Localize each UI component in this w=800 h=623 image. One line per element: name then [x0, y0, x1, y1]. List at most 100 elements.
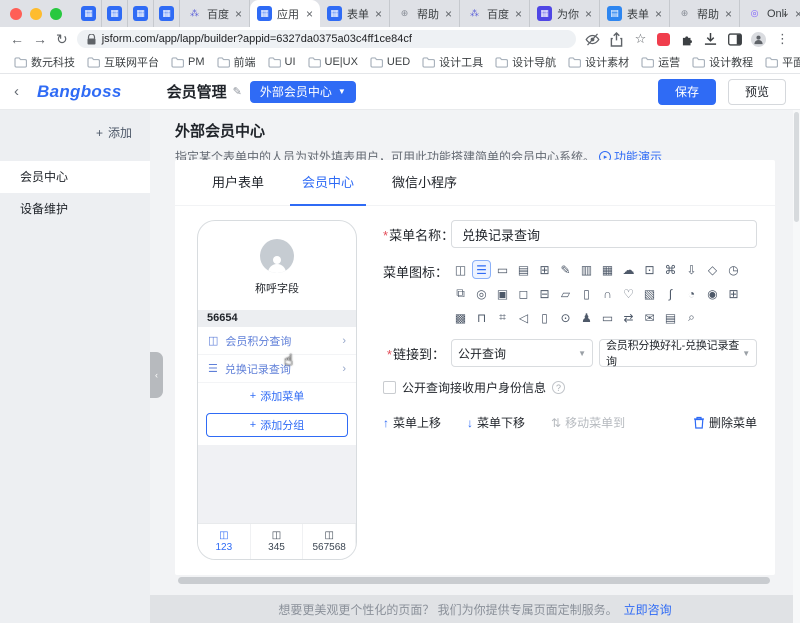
chat-icon[interactable]: ◻ [514, 284, 533, 303]
move-menu-down-button[interactable]: ↓ 菜单下移 [467, 414, 525, 431]
side-panel-icon[interactable] [727, 32, 742, 47]
bookmark-item[interactable]: ⊕ 互联网平台 [81, 54, 165, 70]
cloud-icon[interactable]: ☁ [619, 260, 638, 279]
extensions-puzzle-icon[interactable] [679, 32, 694, 47]
card-transfer-icon[interactable]: ⇄ [619, 308, 638, 327]
save-button[interactable]: 保存 [658, 79, 716, 105]
close-tab-icon[interactable]: × [585, 7, 592, 21]
bangboss-logo[interactable]: Bangboss [37, 82, 122, 102]
receive-identity-checkbox[interactable] [383, 381, 396, 394]
bookmark-item[interactable]: ⊕ UED [364, 54, 416, 70]
bookmark-item[interactable]: ⊕ 运营 [635, 54, 686, 70]
close-tab-icon[interactable]: × [306, 7, 313, 21]
sidebar-item[interactable]: 会员中心 [0, 161, 150, 193]
bookmark-item[interactable]: ⊕ 平面设计 [759, 54, 800, 70]
mobile-sync-icon[interactable]: ▯ [577, 284, 596, 303]
extension-red-icon[interactable] [657, 33, 670, 46]
browser-tab[interactable]: ◎ Onli × [740, 0, 800, 27]
bookmark-item[interactable]: ⊕ 设计素材 [562, 54, 635, 70]
close-tab-icon[interactable]: × [515, 7, 522, 21]
app-switcher-dropdown[interactable]: 外部会员中心 ▼ [250, 81, 356, 103]
lamp-icon[interactable]: ◇ [703, 260, 722, 279]
tab-search-caret-icon[interactable]: ⌄ [782, 8, 790, 19]
mail-icon[interactable]: ✉ [640, 308, 659, 327]
zoom-window-icon[interactable] [50, 8, 62, 20]
user-icon[interactable]: ♟ [577, 308, 596, 327]
pinned-tab[interactable]: ▦ [102, 0, 128, 27]
sidebar-add-button[interactable]: + 添加 [0, 118, 150, 147]
heart-icon[interactable]: ♡ [619, 284, 638, 303]
target-icon[interactable]: ◉ [703, 284, 722, 303]
download-box-icon[interactable]: ⇩ [682, 260, 701, 279]
member-points-query-item[interactable]: ◫ 会员积分查询 › [198, 327, 356, 355]
browser-tab[interactable]: ⁂ 百度 × [180, 0, 250, 27]
megaphone-icon[interactable]: ◁ [514, 308, 533, 327]
redeem-record-query-item[interactable]: ☰ 兑换记录查询 › [198, 355, 356, 383]
lock-icon[interactable]: ⊓ [472, 308, 491, 327]
pinned-tab[interactable]: ▦ [128, 0, 154, 27]
news-icon[interactable]: ▤ [661, 308, 680, 327]
browser-tab[interactable]: ⁂ 百度 × [460, 0, 530, 27]
qr-code-icon[interactable]: ▩ [451, 308, 470, 327]
horizontal-scrollbar[interactable] [178, 577, 770, 584]
browser-tab[interactable]: ⊕ 帮助 × [670, 0, 740, 27]
menu-name-input[interactable] [451, 220, 757, 248]
minimize-window-icon[interactable] [30, 8, 42, 20]
phone-bottom-tab[interactable]: ◫ 123 [198, 524, 251, 559]
profile-avatar[interactable] [751, 32, 766, 47]
forward-icon[interactable]: → [33, 32, 47, 46]
monitor-icon[interactable]: ▭ [493, 260, 512, 279]
image-icon[interactable]: ▦ [598, 260, 617, 279]
gift-icon[interactable]: ⊞ [535, 260, 554, 279]
bookmark-item[interactable]: ⊕ 设计工具 [416, 54, 489, 70]
vertical-scrollbar[interactable] [793, 110, 800, 623]
bookmark-item[interactable]: ⊕ UI [262, 54, 302, 70]
nickname-field[interactable]: 称呼字段 [255, 280, 299, 296]
headset-icon[interactable]: ∩ [598, 284, 617, 303]
bookmark-item[interactable]: ⊕ 设计教程 [686, 54, 759, 70]
close-tab-icon[interactable]: × [795, 7, 800, 21]
copy-icon[interactable]: ⧉ [451, 284, 470, 303]
pinned-tab[interactable]: ▦ [76, 0, 102, 27]
browser-menu-icon[interactable]: ⋮ [775, 32, 790, 47]
wallet-icon[interactable]: ⊟ [535, 284, 554, 303]
browser-tab[interactable]: ▦ 应用 × [250, 0, 320, 27]
help-icon[interactable]: ? [552, 381, 565, 394]
report-icon[interactable]: ▥ [577, 260, 596, 279]
mobile-phone-icon[interactable]: ▯ [535, 308, 554, 327]
comment-icon[interactable]: ▭ [598, 308, 617, 327]
link-type-select[interactable]: 公开查询 ▼ [451, 339, 593, 367]
calendar-note-icon[interactable]: ▣ [493, 284, 512, 303]
privacy-eye-off-icon[interactable] [585, 32, 600, 47]
close-tab-icon[interactable]: × [445, 7, 452, 21]
edit-title-icon[interactable]: ✎ [233, 85, 242, 98]
close-window-icon[interactable] [10, 8, 22, 20]
close-tab-icon[interactable]: × [655, 7, 662, 21]
builder-tab[interactable]: 会员中心 [290, 160, 366, 206]
contact-card-icon[interactable]: ⊡ [640, 260, 659, 279]
chart-file-icon[interactable]: ▧ [640, 284, 659, 303]
close-tab-icon[interactable]: × [725, 7, 732, 21]
medal-icon[interactable]: ◎ [472, 284, 491, 303]
paperclip-icon[interactable]: ∫ [661, 284, 680, 303]
pinned-tab[interactable]: ▦ [154, 0, 180, 27]
browser-tab[interactable]: ▤ 表单 × [600, 0, 670, 27]
browser-tab[interactable]: ⊕ 帮助 × [390, 0, 460, 27]
bookmark-item[interactable]: ⊕ PM [165, 54, 211, 70]
command-icon[interactable]: ⌘ [661, 260, 680, 279]
search-icon[interactable]: ⌕ [682, 308, 701, 327]
bookmark-item[interactable]: ⊕ 设计导航 [489, 54, 562, 70]
bookmark-item[interactable]: ⊕ 前端 [211, 54, 262, 70]
phone-bottom-tab[interactable]: ◫ 345 [251, 524, 304, 559]
collapse-sidebar-handle[interactable]: ‹ [150, 352, 163, 398]
sidebar-item[interactable]: 设备维护 [0, 193, 150, 225]
close-tab-icon[interactable]: × [375, 7, 382, 21]
bookmark-star-icon[interactable]: ☆ [633, 32, 648, 47]
back-icon[interactable]: ← [10, 32, 24, 46]
move-menu-to-button[interactable]: ⇅ 移动菜单到 [551, 414, 625, 431]
browser-tab[interactable]: ▦ 表单 × [320, 0, 390, 27]
menu-group-title[interactable]: 56654 [198, 310, 356, 327]
bookmark-item[interactable]: ⊕ UE|UX [302, 54, 364, 70]
camera-icon[interactable]: ⊙ [556, 308, 575, 327]
browser-tab[interactable]: ▦ 为你 × [530, 0, 600, 27]
